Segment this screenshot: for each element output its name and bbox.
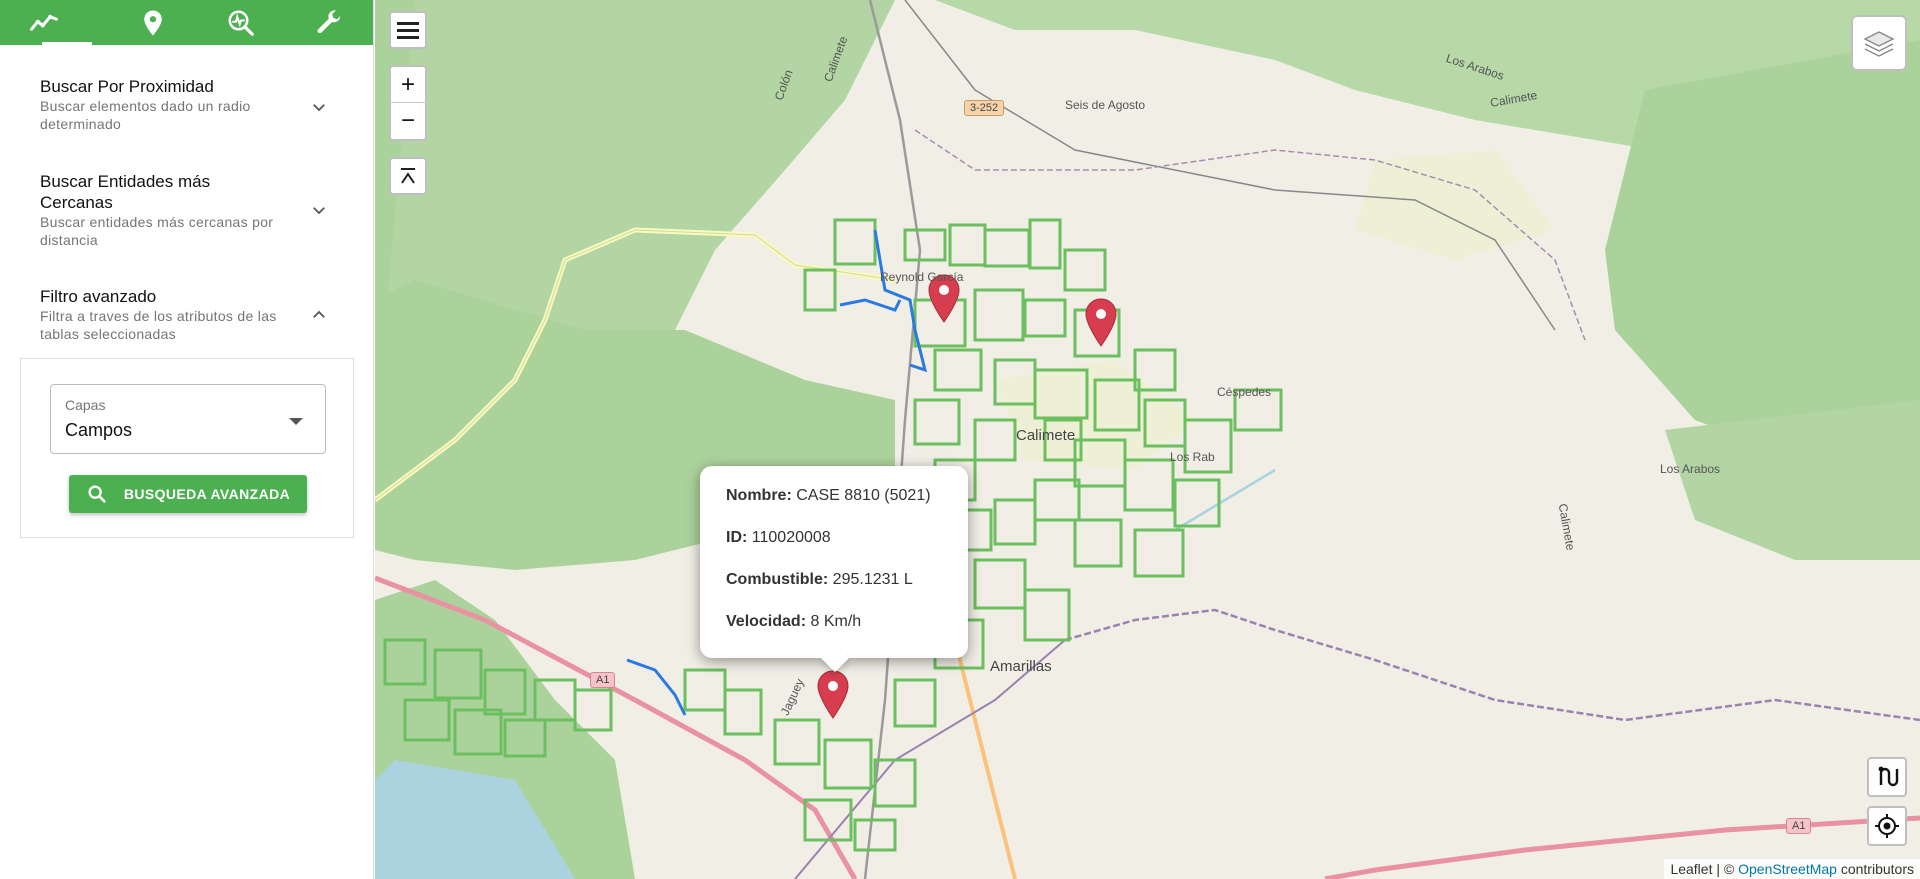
road-shield: A1 [1786,818,1812,834]
popup-velocidad-value: 8 Km/h [810,613,862,630]
accordion-proximity-subtitle: Buscar elementos dado un radio determina… [40,98,251,132]
popup-nombre-value: CASE 8810 (5021) [796,487,931,504]
attribution-contributors: contributors [1836,861,1914,877]
popup-id-label: ID: [726,529,748,546]
map-label-town: Amarillas [990,658,1052,675]
map-label-town: Céspedes [1217,385,1272,399]
advanced-filter-panel: Capas Campos BUSQUEDA AVANZADA [20,358,354,538]
wrench-icon [317,9,341,33]
road-shield: A1 [590,672,616,688]
map-label-town: Reynold García [880,270,964,284]
map-menu-button[interactable] [389,11,427,49]
map-base-tiles [375,0,1920,879]
vehicle-marker-icon[interactable] [1085,298,1117,348]
search-analytics-icon [228,10,254,36]
advanced-search-button[interactable]: BUSQUEDA AVANZADA [69,475,307,513]
route-icon [1878,766,1899,787]
popup-combustible-value: 295.1231 L [832,571,913,588]
map-attribution: Leaflet | © OpenStreetMap contributors [1664,859,1920,879]
advanced-search-button-label: BUSQUEDA AVANZADA [123,486,291,502]
tab-analysis[interactable] [197,0,285,45]
attribution-osm-link[interactable]: OpenStreetMap [1738,861,1837,877]
accordion-advanced-filter-subtitle: Filtra a traves de los atributos de las … [40,308,277,342]
map-label-town: Los Rab [1170,450,1215,464]
dropdown-caret-icon [289,418,303,425]
accordion-advanced-filter-title: Filtro avanzado [40,287,157,306]
layers-select[interactable]: Capas Campos [50,384,326,454]
tab-routes[interactable] [20,0,92,45]
accordion-nearest-title: Buscar Entidades más Cercanas [40,172,211,212]
attribution-separator: | © [1712,861,1739,877]
location-pin-icon [144,10,162,35]
accordion-proximity-title: Buscar Por Proximidad [40,77,214,96]
trending-line-icon [30,14,59,31]
crosshair-icon [1875,814,1899,838]
layers-select-value: Campos [65,420,133,440]
popup-combustible-label: Combustible: [726,571,829,588]
layers-icon [1863,31,1895,57]
accordion-nearest[interactable]: Buscar Entidades más Cercanas Buscar ent… [40,171,340,249]
zoom-out-button[interactable]: − [391,103,425,139]
vehicle-info-popup: Nombre: CASE 8810 (5021) ID: 110020008 C… [700,466,968,673]
popup-id-value: 110020008 [751,529,831,546]
accordion-advanced-filter[interactable]: Filtro avanzado Filtra a traves de los a… [40,286,340,343]
collapse-top-button[interactable] [389,157,427,195]
popup-nombre-label: Nombre: [726,487,792,504]
accordion-nearest-subtitle: Buscar entidades más cercanas por distan… [40,214,274,248]
chevron-down-icon[interactable] [310,98,328,116]
search-icon [88,485,106,503]
vehicle-marker-icon[interactable] [817,670,849,720]
chevron-up-bar-icon [401,168,415,184]
map-label-town: Seis de Agosto [1065,98,1146,112]
map-view[interactable]: Seis de Agosto Reynold García Calimete A… [375,0,1920,879]
popup-velocidad-label: Velocidad: [726,613,807,630]
chevron-up-icon[interactable] [310,306,328,324]
zoom-in-button[interactable]: + [391,67,425,103]
sidebar: Buscar Por Proximidad Buscar elementos d… [0,0,374,879]
accordion-proximity[interactable]: Buscar Por Proximidad Buscar elementos d… [40,76,340,133]
my-location-button[interactable] [1867,806,1907,846]
road-shield: 3-252 [964,100,1005,116]
route-button[interactable] [1867,757,1907,797]
hamburger-menu-icon [397,22,419,39]
layers-select-label: Capas [65,397,106,413]
map-label-town: Calimete [1016,427,1076,444]
tab-location[interactable] [109,0,197,45]
map-label-region: Los Arabos [1660,462,1721,476]
attribution-leaflet-link[interactable]: Leaflet [1670,861,1712,877]
zoom-control: + − [389,65,427,141]
tab-tools[interactable] [285,0,373,45]
layers-control-button[interactable] [1851,15,1907,71]
sidebar-tabbar [0,0,373,45]
chevron-down-icon[interactable] [310,201,328,219]
